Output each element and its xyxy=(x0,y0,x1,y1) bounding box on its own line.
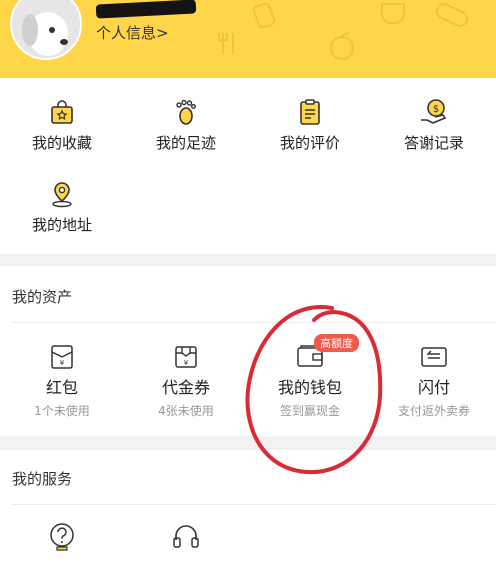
svg-text:¥: ¥ xyxy=(60,359,65,367)
fork-deco-icon xyxy=(218,33,234,53)
red-envelope-item[interactable]: ¥ 红包 1个未使用 xyxy=(0,344,124,419)
favorites-item[interactable]: 我的收藏 xyxy=(0,98,124,153)
red-envelope-label: 红包 xyxy=(45,378,78,397)
footprints-label: 我的足迹 xyxy=(155,134,216,152)
favorites-label: 我的收藏 xyxy=(31,134,92,152)
red-envelope-icon: ¥ xyxy=(51,345,73,369)
services-title: 我的服务 xyxy=(12,470,73,488)
quick-pay-item[interactable]: 闪付 支付返外卖券 xyxy=(372,344,496,419)
voucher-label: 代金券 xyxy=(161,378,210,397)
reviews-item[interactable]: 我的评价 xyxy=(248,98,372,153)
hand-coin-icon: $ xyxy=(421,99,447,124)
reviews-label: 我的评价 xyxy=(279,134,340,152)
fruit-deco-icon xyxy=(330,32,354,60)
bottle-deco-icon xyxy=(252,2,276,29)
thanks-records-item[interactable]: $ 答谢记录 xyxy=(372,98,496,153)
footprint-icon xyxy=(176,99,197,125)
customer-service-item[interactable] xyxy=(124,522,248,552)
dog-avatar-icon xyxy=(12,0,80,58)
high-limit-badge: 高额度 xyxy=(314,334,359,352)
voucher-count: 4张未使用 xyxy=(158,404,214,418)
wallet-label: 我的钱包 xyxy=(277,378,342,397)
svg-text:¥: ¥ xyxy=(184,359,189,367)
review-clipboard-icon xyxy=(300,99,320,125)
profile-info-link[interactable]: 个人信息> xyxy=(96,22,169,43)
assets-section: 我的资产 ¥ 红包 1个未使用 ¥ 代金券 4张未使用 高额度 我的钱包 签到赢… xyxy=(0,266,496,436)
address-item[interactable]: 我的地址 xyxy=(0,180,124,235)
quick-pay-label: 闪付 xyxy=(417,378,450,397)
location-pin-icon xyxy=(52,182,72,208)
username-redaction xyxy=(95,0,197,19)
red-envelope-count: 1个未使用 xyxy=(34,404,90,418)
bag-star-icon xyxy=(51,100,73,124)
svg-text:$: $ xyxy=(433,104,439,115)
quick-pay-promo: 支付返外卖券 xyxy=(397,404,470,418)
pill-deco-icon xyxy=(435,3,469,27)
assets-title: 我的资产 xyxy=(12,288,73,306)
avatar[interactable] xyxy=(10,0,82,60)
profile-header: 个人信息> xyxy=(0,0,496,78)
voucher-icon: ¥ xyxy=(175,346,197,368)
help-service-item[interactable] xyxy=(0,522,124,552)
thanks-records-label: 答谢记录 xyxy=(403,134,464,152)
services-divider xyxy=(12,504,496,505)
wallet-promo: 签到赢现金 xyxy=(279,404,340,418)
services-section: 我的服务 xyxy=(0,450,496,563)
assets-divider xyxy=(12,322,496,323)
headset-icon xyxy=(173,525,199,548)
quick-pay-icon xyxy=(421,347,447,367)
address-label: 我的地址 xyxy=(31,216,92,234)
cup-deco-icon xyxy=(381,3,405,24)
voucher-item[interactable]: ¥ 代金券 4张未使用 xyxy=(124,344,248,419)
footprints-item[interactable]: 我的足迹 xyxy=(124,98,248,153)
help-question-icon xyxy=(50,523,74,551)
quick-links-section: 我的收藏 我的足迹 我的评价 $ 答谢记录 我的地址 xyxy=(0,78,496,254)
wallet-item[interactable]: 高额度 我的钱包 签到赢现金 xyxy=(248,334,372,419)
